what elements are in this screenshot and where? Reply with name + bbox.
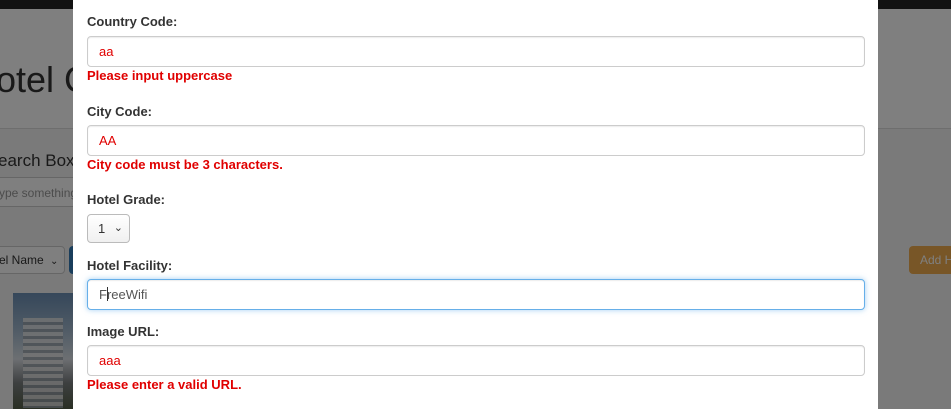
country-code-label: Country Code: <box>87 14 178 29</box>
city-code-input[interactable]: AA <box>87 125 865 156</box>
hotel-grade-value: 1 <box>98 221 106 236</box>
chevron-down-icon: ⌄ <box>113 222 123 234</box>
image-url-input[interactable]: aaa <box>87 345 865 376</box>
hotel-grade-select[interactable]: 1 ⌄ <box>87 214 130 243</box>
hotel-form-modal: Country Code: aa Please input uppercase … <box>73 0 878 409</box>
hotel-facility-value-end: reeWifi <box>106 287 148 302</box>
hotel-facility-value-start: F <box>99 287 107 302</box>
hotel-grade-label: Hotel Grade: <box>87 192 166 207</box>
hotel-facility-input[interactable]: FreeWifi <box>87 279 865 310</box>
city-code-label: City Code: <box>87 104 152 119</box>
country-code-input[interactable]: aa <box>87 36 865 67</box>
city-code-error: City code must be 3 characters. <box>87 157 283 172</box>
hotel-facility-label: Hotel Facility: <box>87 258 173 273</box>
country-code-error: Please input uppercase <box>87 68 233 83</box>
image-url-error: Please enter a valid URL. <box>87 377 242 392</box>
image-url-label: Image URL: <box>87 324 160 339</box>
